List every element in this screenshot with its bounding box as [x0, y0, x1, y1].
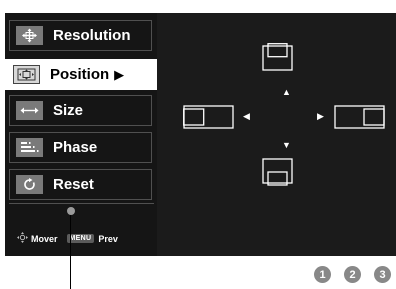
menu-item-position[interactable]: Position ▶	[5, 59, 162, 90]
mover-label: Mover	[31, 233, 58, 244]
menu-item-resolution[interactable]: Resolution	[9, 20, 152, 51]
footer-hints: Mover MENU Prev	[17, 232, 118, 245]
size-icon	[16, 101, 43, 120]
arrow-left-icon[interactable]: ◀	[243, 112, 250, 121]
menu-item-size[interactable]: Size	[9, 95, 152, 126]
menu-item-label: Phase	[53, 139, 98, 156]
screen-frame-down-icon	[262, 158, 293, 186]
arrow-up-icon[interactable]: ▲	[282, 88, 291, 97]
callout-line	[70, 215, 71, 289]
screen-frame-right-icon	[334, 105, 385, 129]
resolution-icon	[16, 26, 43, 45]
position-preview-panel: ▲ ◀ ▶ ▼	[157, 13, 396, 256]
mover-icon	[17, 232, 28, 245]
callout-dot	[67, 207, 75, 215]
screen-frame-left-icon	[183, 105, 234, 129]
menu-item-label: Size	[53, 102, 84, 119]
arrow-right-icon[interactable]: ▶	[317, 112, 324, 121]
osd-footer: Mover MENU Prev	[9, 203, 154, 255]
menu-item-phase[interactable]: Phase	[9, 132, 152, 163]
menu-item-label: Resolution	[53, 27, 131, 44]
osd-menu: Resolution Position ▶ Size Phase Reset M…	[5, 13, 162, 256]
menu-item-label: Position	[50, 66, 110, 83]
reset-icon	[16, 175, 43, 194]
callout-number-2: 2	[344, 266, 361, 283]
callout-number-1: 1	[314, 266, 331, 283]
arrow-down-icon[interactable]: ▼	[282, 141, 291, 150]
prev-label: Prev	[98, 233, 118, 244]
position-icon	[13, 65, 40, 84]
menu-item-label: Reset	[53, 176, 94, 193]
phase-icon	[16, 138, 43, 157]
menu-item-reset[interactable]: Reset	[9, 169, 152, 200]
osd-screen: Resolution Position ▶ Size Phase Reset M…	[0, 0, 396, 256]
submenu-arrow-icon: ▶	[114, 66, 125, 82]
callout-number-3: 3	[374, 266, 391, 283]
screen-frame-up-icon	[262, 43, 293, 71]
